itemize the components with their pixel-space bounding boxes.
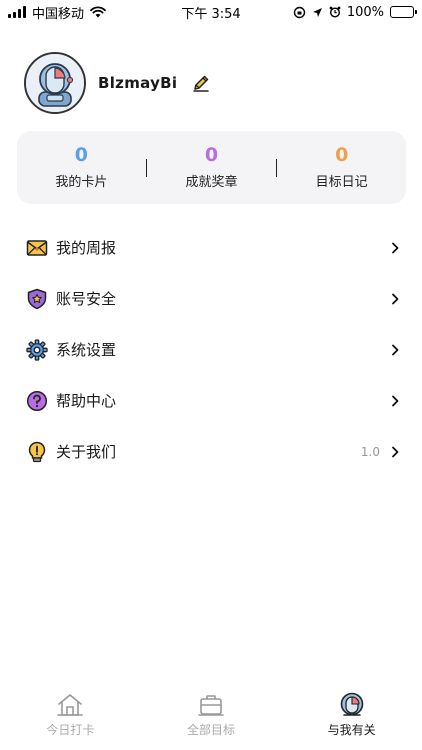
bottom-tab-bar: 今日打卡 全部目标 与我有关 xyxy=(0,690,422,750)
avatar[interactable] xyxy=(24,52,86,114)
stat-value: 0 xyxy=(74,143,88,166)
menu-label: 关于我们 xyxy=(56,443,117,461)
pencil-edit-icon[interactable] xyxy=(191,73,211,93)
astronaut-avatar-icon xyxy=(26,54,84,112)
stat-label: 我的卡片 xyxy=(55,174,108,190)
stat-my-cards[interactable]: 0 我的卡片 xyxy=(17,143,146,190)
battery-percent: 100% xyxy=(346,4,384,20)
tab-label: 全部目标 xyxy=(187,723,236,737)
chevron-right-icon xyxy=(392,344,399,355)
chevron-right-icon xyxy=(392,446,399,457)
stat-label: 目标日记 xyxy=(315,174,368,190)
menu-item-about-us[interactable]: 关于我们 1.0 xyxy=(0,426,422,477)
settings-menu: 我的周报 账号安全 系统设置 帮助中心 关于我们 1.0 xyxy=(0,222,422,477)
tab-all-goals[interactable]: 全部目标 xyxy=(141,692,282,738)
menu-label: 账号安全 xyxy=(56,290,117,308)
location-arrow-icon xyxy=(312,7,322,17)
menu-item-account-security[interactable]: 账号安全 xyxy=(0,273,422,324)
profile-avatar-icon xyxy=(340,692,363,716)
stats-card: 0 我的卡片 0 成就奖章 0 目标日记 xyxy=(17,131,406,204)
app-version: 1.0 xyxy=(360,444,380,459)
menu-label: 我的周报 xyxy=(56,239,117,257)
house-icon xyxy=(57,694,84,716)
envelope-icon xyxy=(26,239,48,256)
stat-value: 0 xyxy=(204,143,219,166)
tab-today-checkin[interactable]: 今日打卡 xyxy=(0,692,141,738)
chevron-right-icon xyxy=(392,242,399,253)
status-bar: 中国移动 下午 3:54 100% xyxy=(0,0,422,24)
orientation-lock-icon xyxy=(293,6,306,18)
alarm-icon xyxy=(329,6,341,18)
carrier-label: 中国移动 xyxy=(32,6,85,22)
chevron-right-icon xyxy=(392,293,399,304)
stat-label: 成就奖章 xyxy=(185,174,238,190)
tab-label: 今日打卡 xyxy=(46,723,95,737)
stat-goal-diary[interactable]: 0 目标日记 xyxy=(277,143,406,190)
menu-item-help-center[interactable]: 帮助中心 xyxy=(0,375,422,426)
shield-star-icon xyxy=(27,288,47,309)
menu-item-weekly-report[interactable]: 我的周报 xyxy=(0,222,422,273)
wifi-icon xyxy=(90,6,106,18)
chevron-right-icon xyxy=(392,395,399,406)
lightbulb-icon xyxy=(28,441,46,462)
gear-icon xyxy=(26,338,48,361)
stat-achievement-medals[interactable]: 0 成就奖章 xyxy=(147,143,276,190)
tab-related-to-me[interactable]: 与我有关 xyxy=(281,692,422,738)
question-icon xyxy=(26,390,48,411)
menu-label: 帮助中心 xyxy=(56,392,117,410)
briefcase-icon xyxy=(198,695,224,716)
profile-screen: 中国移动 下午 3:54 100% BlzmayBi 0 我的卡片 0 成就奖章… xyxy=(0,0,422,750)
signal-icon xyxy=(8,6,26,18)
stat-value: 0 xyxy=(335,143,349,166)
battery-icon xyxy=(390,6,417,18)
username: BlzmayBi xyxy=(98,74,178,92)
tab-label: 与我有关 xyxy=(327,723,376,737)
menu-item-system-settings[interactable]: 系统设置 xyxy=(0,324,422,375)
menu-label: 系统设置 xyxy=(56,341,117,359)
profile-header: BlzmayBi xyxy=(24,52,398,114)
